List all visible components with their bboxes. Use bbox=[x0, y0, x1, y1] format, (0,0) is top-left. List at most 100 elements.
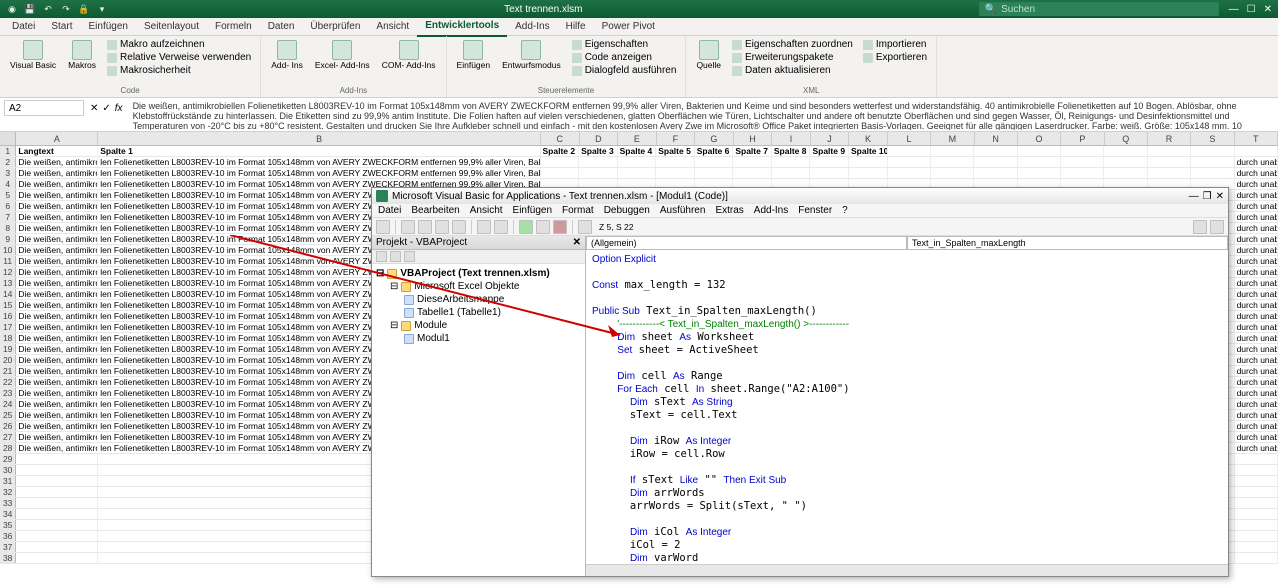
cell[interactable]: durch unabhängi bbox=[1235, 355, 1278, 365]
vbe-tb-copy-icon[interactable] bbox=[435, 220, 449, 234]
vbe-tb-paste-icon[interactable] bbox=[452, 220, 466, 234]
procedure-dropdown[interactable]: Text_in_Spalten_maxLength bbox=[907, 236, 1228, 250]
cell[interactable]: Die weißen, antimikrobiel bbox=[16, 245, 98, 255]
cell[interactable] bbox=[974, 157, 1017, 167]
vbe-menu-datei[interactable]: Datei bbox=[378, 205, 401, 216]
vbe-tb-break-icon[interactable] bbox=[536, 220, 550, 234]
cell[interactable] bbox=[849, 168, 888, 178]
project-explorer[interactable]: Projekt - VBAProject ✕ ⊟VBAProject (Text… bbox=[372, 236, 586, 576]
col-header-C[interactable]: C bbox=[541, 132, 580, 145]
cell[interactable] bbox=[1061, 168, 1104, 178]
cell[interactable]: durch unabhängi bbox=[1235, 443, 1278, 453]
cell[interactable] bbox=[541, 168, 580, 178]
cell[interactable] bbox=[1235, 498, 1278, 508]
cell[interactable]: Die weißen, antimikrobiel bbox=[16, 388, 98, 398]
row-header[interactable]: 30 bbox=[0, 465, 16, 475]
cancel-icon[interactable]: ✕ bbox=[90, 103, 98, 114]
row-header[interactable]: 24 bbox=[0, 399, 16, 409]
btn-addins[interactable]: Add- Ins bbox=[267, 38, 307, 72]
vbe-menu-ausfuehren[interactable]: Ausführen bbox=[660, 205, 706, 216]
cell[interactable]: durch unabhängi bbox=[1235, 421, 1278, 431]
col-header-L[interactable]: L bbox=[888, 132, 931, 145]
btn-com-addins[interactable]: COM- Add-Ins bbox=[378, 38, 440, 72]
cell[interactable] bbox=[16, 520, 98, 530]
confirm-icon[interactable]: ✓ bbox=[102, 103, 110, 114]
row-header[interactable]: 7 bbox=[0, 212, 16, 222]
row-header[interactable]: 5 bbox=[0, 190, 16, 200]
row-header[interactable]: 18 bbox=[0, 333, 16, 343]
vbe-window[interactable]: Microsoft Visual Basic for Applications … bbox=[371, 187, 1229, 577]
btn-erweiterungspakete[interactable]: Erweiterungspakete bbox=[729, 51, 856, 64]
formula-content[interactable]: Die weißen, antimikrobiellen Folienetike… bbox=[129, 100, 1274, 130]
cell[interactable] bbox=[16, 542, 98, 552]
vbe-tb-design-icon[interactable] bbox=[578, 220, 592, 234]
cell[interactable]: Die weißen, antimikrobiel bbox=[16, 212, 98, 222]
vbe-tb-save-icon[interactable] bbox=[401, 220, 415, 234]
row-header[interactable]: 6 bbox=[0, 201, 16, 211]
cell[interactable]: durch unabhängi bbox=[1235, 344, 1278, 354]
cell[interactable]: Spalte 2 bbox=[541, 146, 580, 156]
cell[interactable]: Spalte 6 bbox=[695, 146, 734, 156]
vbe-menu-addins[interactable]: Add-Ins bbox=[754, 205, 788, 216]
col-header-M[interactable]: M bbox=[931, 132, 974, 145]
tree-excel-objects[interactable]: ⊟Microsoft Excel Objekte bbox=[376, 280, 581, 293]
cell[interactable] bbox=[541, 157, 580, 167]
cell[interactable] bbox=[1018, 168, 1061, 178]
cell[interactable] bbox=[1104, 157, 1147, 167]
cell[interactable]: durch unabhängi bbox=[1235, 399, 1278, 409]
vbe-menu-bearbeiten[interactable]: Bearbeiten bbox=[411, 205, 459, 216]
vbe-close-icon[interactable]: ✕ bbox=[1216, 191, 1224, 202]
row-header[interactable]: 4 bbox=[0, 179, 16, 189]
tree-workbook[interactable]: DieseArbeitsmappe bbox=[376, 293, 581, 306]
cell[interactable] bbox=[16, 509, 98, 519]
cell[interactable]: Die weißen, antimikrobiel bbox=[16, 432, 98, 442]
cell[interactable] bbox=[810, 157, 849, 167]
tab-daten[interactable]: Daten bbox=[260, 18, 303, 36]
cell[interactable]: durch unabhängi bbox=[1235, 256, 1278, 266]
row-header[interactable]: 28 bbox=[0, 443, 16, 453]
cell[interactable]: Langtext bbox=[16, 146, 98, 156]
cell[interactable]: durch unabhängi bbox=[1235, 212, 1278, 222]
cell[interactable] bbox=[1104, 168, 1147, 178]
cell[interactable] bbox=[16, 553, 98, 563]
cell[interactable]: Die weißen, antimikrobiel bbox=[16, 179, 98, 189]
cell[interactable] bbox=[888, 157, 931, 167]
row-header[interactable]: 35 bbox=[0, 520, 16, 530]
cell[interactable] bbox=[974, 168, 1017, 178]
cell[interactable] bbox=[1191, 146, 1234, 156]
vbe-tb-more2-icon[interactable] bbox=[1210, 220, 1224, 234]
cell[interactable]: Die weißen, antimikrobiel bbox=[16, 300, 98, 310]
btn-entwurfsmodus[interactable]: Entwurfsmodus bbox=[498, 38, 565, 72]
cell[interactable]: Die weißen, antimikrobiel bbox=[16, 344, 98, 354]
tab-einfuegen[interactable]: Einfügen bbox=[80, 18, 135, 36]
row-header[interactable]: 25 bbox=[0, 410, 16, 420]
cell[interactable]: Die weißen, antimikrobiel bbox=[16, 443, 98, 453]
name-box[interactable]: A2 bbox=[4, 100, 84, 116]
vbe-tb-excel-icon[interactable] bbox=[376, 220, 390, 234]
cell[interactable]: Die weißen, antimikrobiel bbox=[16, 278, 98, 288]
cell[interactable]: durch unabhängi bbox=[1235, 377, 1278, 387]
cell[interactable]: Spalte 8 bbox=[772, 146, 811, 156]
cell[interactable] bbox=[1148, 146, 1191, 156]
cell[interactable] bbox=[16, 487, 98, 497]
btn-eigenschaften[interactable]: Eigenschaften bbox=[569, 38, 680, 51]
redo-icon[interactable]: ↷ bbox=[60, 3, 72, 15]
proj-tb-view-icon[interactable] bbox=[376, 251, 387, 262]
cell[interactable]: durch unabhängi bbox=[1235, 311, 1278, 321]
cell[interactable] bbox=[1235, 509, 1278, 519]
cell[interactable] bbox=[16, 465, 98, 475]
cell[interactable] bbox=[656, 157, 695, 167]
cell[interactable]: durch unabhängi bbox=[1235, 201, 1278, 211]
cell[interactable] bbox=[1148, 168, 1191, 178]
cell[interactable] bbox=[1104, 146, 1147, 156]
vbe-tb-reset-icon[interactable] bbox=[553, 220, 567, 234]
cell[interactable]: Spalte 7 bbox=[733, 146, 772, 156]
row-header[interactable]: 19 bbox=[0, 344, 16, 354]
row-header[interactable]: 37 bbox=[0, 542, 16, 552]
col-header-J[interactable]: J bbox=[811, 132, 850, 145]
tree-root[interactable]: ⊟VBAProject (Text trennen.xlsm) bbox=[376, 267, 581, 280]
cell[interactable]: durch unabhängi bbox=[1235, 245, 1278, 255]
row-header[interactable]: 1 bbox=[0, 146, 16, 156]
table-row[interactable]: 3Die weißen, antimikrobiellen Folienetik… bbox=[0, 168, 1278, 179]
vbe-menu-format[interactable]: Format bbox=[562, 205, 594, 216]
